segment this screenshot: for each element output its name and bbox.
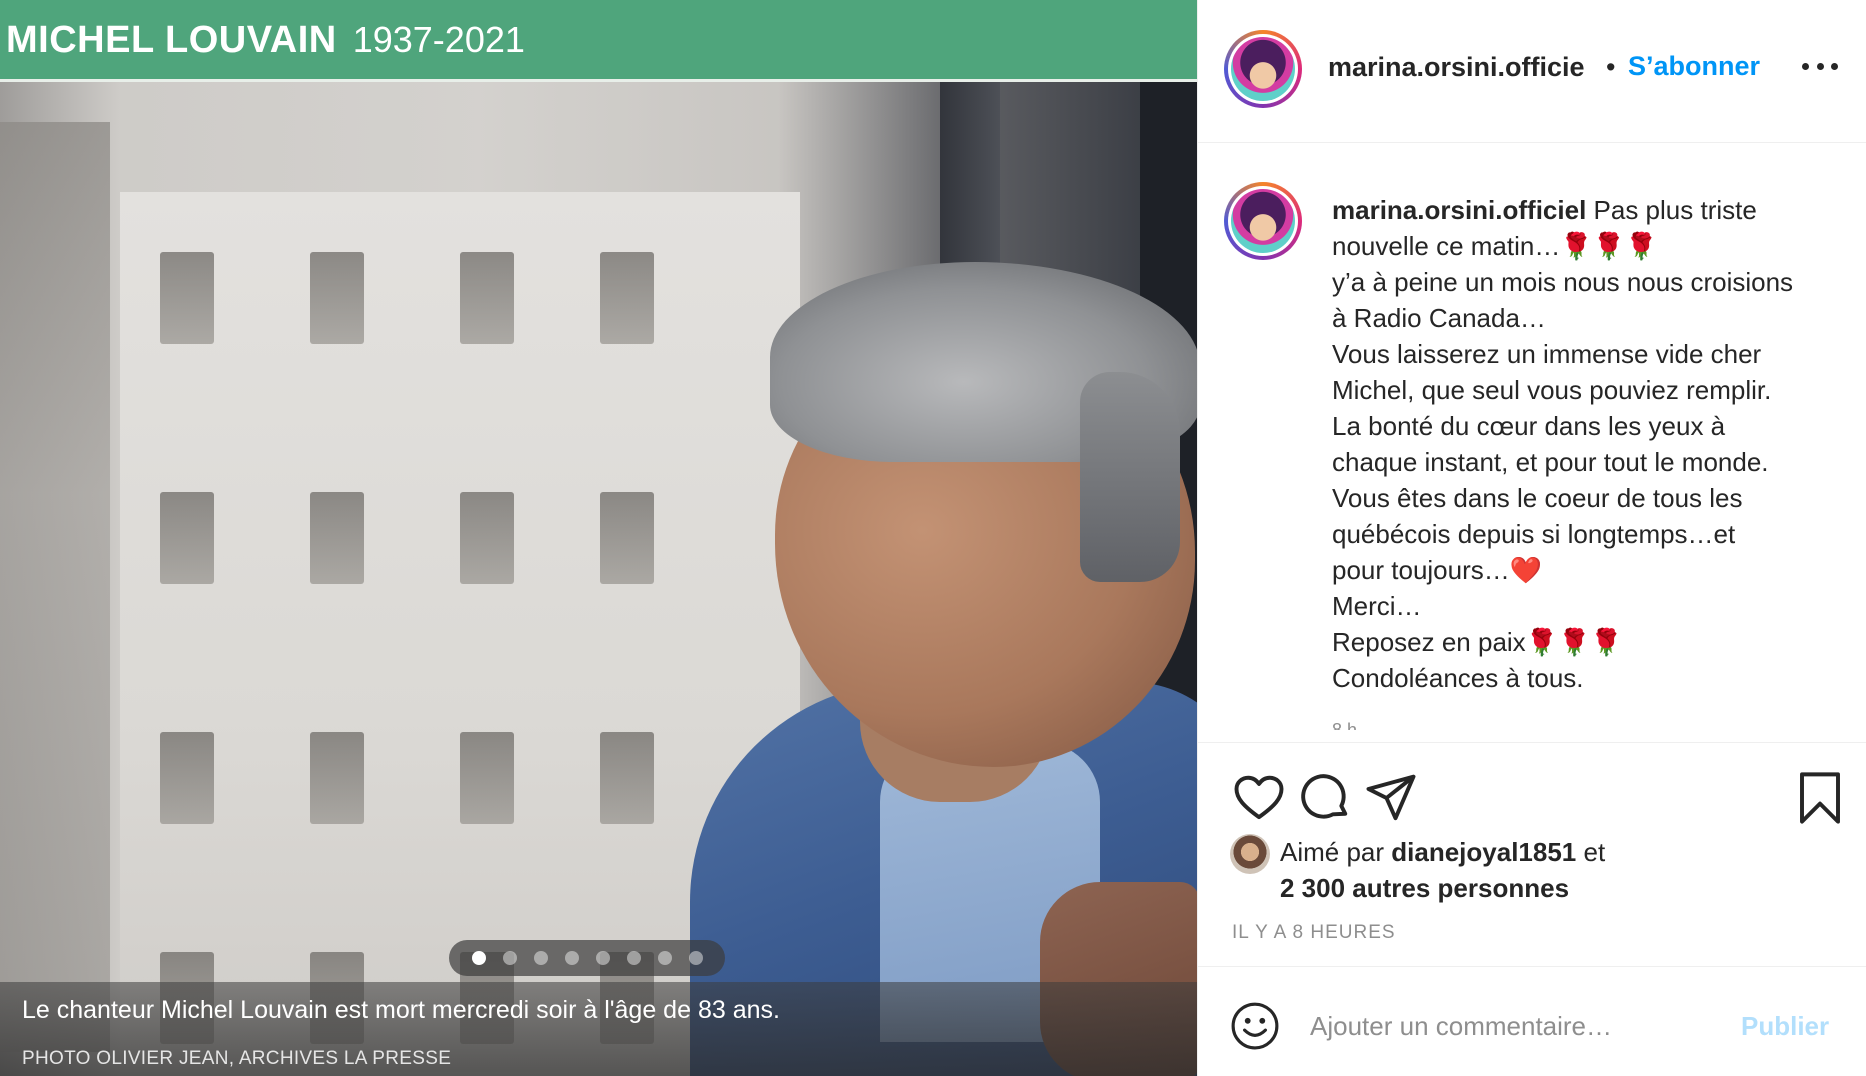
caption-line: québécois depuis si longtemps…et bbox=[1332, 519, 1736, 549]
caption-time: 8 h bbox=[1332, 720, 1358, 730]
post-media[interactable]: MICHEL LOUVAIN 1937-2021 Le chanteur Mic… bbox=[0, 0, 1197, 1076]
comment-icon[interactable] bbox=[1298, 771, 1352, 825]
caption-line: pour toujours…❤️ bbox=[1332, 555, 1543, 585]
header-separator: • bbox=[1606, 52, 1616, 82]
caption-line: Vous êtes dans le coeur de tous les bbox=[1332, 483, 1743, 513]
likes-count-link[interactable]: 2 300 autres personnes bbox=[1280, 873, 1569, 904]
liker-username-link[interactable]: dianejoyal1851 bbox=[1391, 837, 1576, 867]
caption-line: y’a à peine un mois nous nous croisions bbox=[1332, 267, 1794, 297]
caption-line: chaque instant, et pour tout le monde. bbox=[1332, 447, 1769, 477]
caption-author-avatar[interactable] bbox=[1224, 182, 1302, 260]
liked-by: Aimé par dianejoyal1851 et bbox=[1280, 837, 1606, 867]
caption-line: Reposez en paix🌹🌹🌹 bbox=[1332, 627, 1623, 657]
photo-caption: Le chanteur Michel Louvain est mort merc… bbox=[22, 996, 780, 1024]
post-header: marina.orsini.officie • S’abonner bbox=[1198, 0, 1866, 143]
banner-name: MICHEL LOUVAIN bbox=[6, 18, 337, 61]
caption-line: La bonté du cœur dans les yeux à bbox=[1332, 411, 1726, 441]
bookmark-icon[interactable] bbox=[1793, 771, 1847, 825]
more-options-icon[interactable] bbox=[1802, 54, 1838, 78]
emoji-icon[interactable] bbox=[1230, 1001, 1280, 1051]
post-timestamp[interactable]: IL Y A 8 HEURES bbox=[1232, 922, 1396, 944]
carousel-dot[interactable] bbox=[533, 951, 548, 965]
publish-button[interactable]: Publier bbox=[1741, 1011, 1829, 1042]
photo bbox=[0, 82, 1197, 1076]
caption-line: Condoléances à tous. bbox=[1332, 663, 1584, 693]
caption-line: Michel, que seul vous pouviez remplir. bbox=[1332, 375, 1772, 405]
liker-avatar[interactable] bbox=[1230, 834, 1270, 874]
post-sidebar: marina.orsini.officie • S’abonner marina… bbox=[1197, 0, 1866, 1076]
caption-line: nouvelle ce matin…🌹🌹🌹 bbox=[1332, 231, 1658, 261]
carousel-indicator bbox=[449, 940, 725, 976]
photo-credit: PHOTO OLIVIER JEAN, ARCHIVES LA PRESSE bbox=[22, 1048, 452, 1069]
share-icon[interactable] bbox=[1364, 771, 1418, 825]
caption-username-link[interactable]: marina.orsini.officiel bbox=[1332, 195, 1586, 225]
comment-bar: Publier bbox=[1198, 966, 1866, 1076]
caption-line: Merci… bbox=[1332, 591, 1422, 621]
author-username-link[interactable]: marina.orsini.officie bbox=[1328, 52, 1585, 83]
carousel-dot[interactable] bbox=[688, 951, 703, 965]
carousel-dot[interactable] bbox=[657, 951, 672, 965]
author-avatar[interactable] bbox=[1224, 30, 1302, 108]
caption-line: Vous laisserez un immense vide cher bbox=[1332, 339, 1762, 369]
title-banner: MICHEL LOUVAIN 1937-2021 bbox=[0, 0, 1197, 80]
carousel-dot[interactable] bbox=[595, 951, 610, 965]
comment-input[interactable] bbox=[1310, 1003, 1710, 1049]
carousel-dot[interactable] bbox=[471, 951, 486, 965]
carousel-dot[interactable] bbox=[626, 951, 641, 965]
follow-button[interactable]: S’abonner bbox=[1628, 51, 1760, 82]
carousel-dot[interactable] bbox=[564, 951, 579, 965]
post-caption-area: marina.orsini.officiel Pas plus triste n… bbox=[1198, 144, 1866, 742]
caption-line: à Radio Canada… bbox=[1332, 303, 1546, 333]
carousel-dot[interactable] bbox=[502, 951, 517, 965]
action-bar bbox=[1198, 742, 1866, 842]
banner-years: 1937-2021 bbox=[352, 19, 525, 60]
heart-icon[interactable] bbox=[1232, 771, 1286, 825]
post-caption: marina.orsini.officiel Pas plus triste n… bbox=[1332, 192, 1852, 696]
